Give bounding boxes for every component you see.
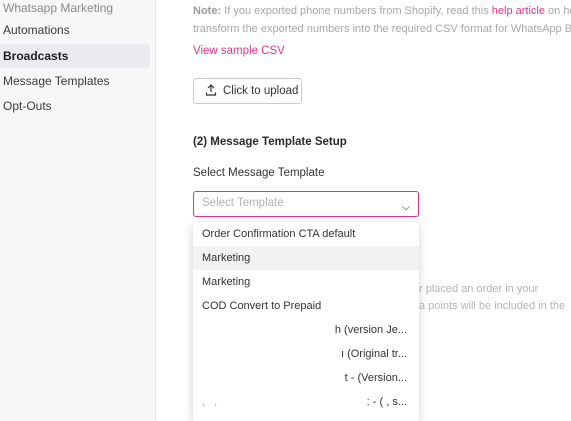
main-content: Note: If you exported phone numbers from…: [157, 0, 571, 421]
view-sample-csv-link[interactable]: View sample CSV: [193, 45, 285, 57]
select-template-label: Select Message Template: [193, 167, 325, 179]
option-partial-right: : - ( , s...: [366, 396, 407, 408]
sidebar-item-whatsapp-marketing[interactable]: Whatsapp Marketing: [0, 0, 150, 20]
background-text-line1: r placed an order in your: [419, 283, 539, 295]
dropdown-option[interactable]: t - (Version...: [193, 366, 419, 390]
dropdown-option[interactable]: Marketing: [193, 270, 419, 294]
upload-button-label: Click to upload: [223, 85, 299, 97]
background-text-line2: a points will be included in the: [419, 300, 566, 312]
dropdown-option[interactable]: Marketing: [193, 246, 419, 270]
dropdown-option-partial[interactable]: , , : - ( , s...: [193, 390, 419, 414]
sidebar-item-message-templates[interactable]: Message Templates: [0, 69, 150, 93]
section-title: (2) Message Template Setup: [193, 136, 347, 148]
note-text-end: on how t: [548, 5, 571, 17]
dropdown-option[interactable]: COD Convert to Prepaid: [193, 294, 419, 318]
dropdown-option[interactable]: ı (Original tr...: [193, 342, 419, 366]
sidebar: Whatsapp Marketing Automations Broadcast…: [0, 0, 156, 421]
click-to-upload-button[interactable]: Click to upload: [193, 78, 302, 104]
upload-icon: [205, 83, 217, 99]
option-partial-left: , ,: [202, 396, 221, 408]
note-prefix: Note:: [193, 5, 222, 17]
sidebar-item-opt-outs[interactable]: Opt-Outs: [0, 94, 150, 118]
template-select[interactable]: Select Template: [193, 191, 419, 217]
select-placeholder: Select Template: [202, 197, 284, 209]
sidebar-item-automations[interactable]: Automations: [0, 18, 150, 42]
template-dropdown-menu: Order Confirmation CTA default Marketing…: [193, 222, 419, 421]
chevron-down-icon: [401, 199, 411, 211]
sidebar-item-broadcasts[interactable]: Broadcasts: [0, 44, 150, 68]
note-text: If you exported phone numbers from Shopi…: [221, 5, 492, 17]
dropdown-option[interactable]: h (version Je...: [193, 318, 419, 342]
note-text-line2: transform the exported numbers into the …: [193, 23, 571, 35]
help-article-link[interactable]: help article: [492, 5, 545, 17]
shopify-note: Note: If you exported phone numbers from…: [193, 2, 571, 38]
dropdown-option[interactable]: Order Confirmation CTA default: [193, 222, 419, 246]
